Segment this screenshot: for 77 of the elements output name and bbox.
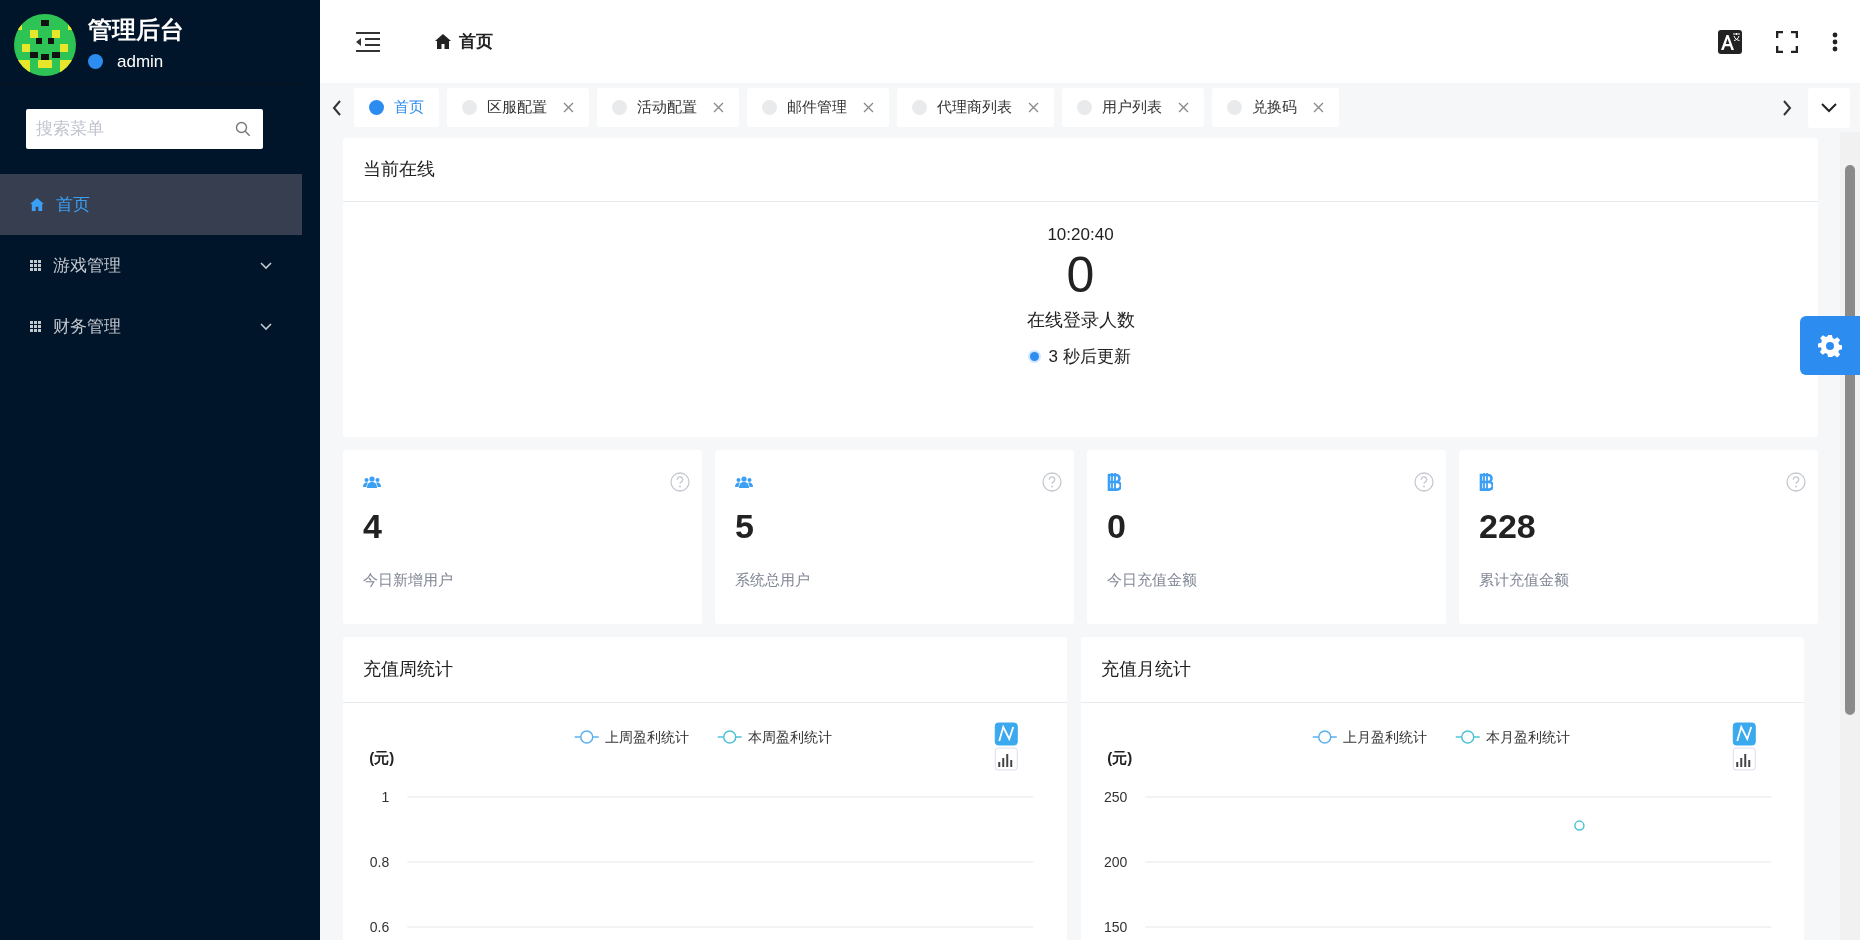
grid-icon — [30, 321, 41, 332]
chevron-down-icon — [260, 261, 272, 270]
legend-label[interactable]: 本月盈利统计 — [1485, 729, 1570, 745]
users-icon — [735, 476, 753, 488]
axis-title: (元) — [369, 749, 395, 766]
data-point — [1573, 820, 1585, 831]
tab[interactable]: 兑换码 — [1212, 88, 1339, 127]
refresh-dot-icon — [1030, 351, 1040, 361]
status-dot-icon — [88, 53, 103, 69]
tab[interactable]: 代理商列表 — [897, 88, 1054, 127]
menu-item[interactable]: 首页 — [0, 174, 302, 235]
legend-marker-icon[interactable] — [717, 730, 743, 744]
axis-label: 0.8 — [369, 854, 390, 870]
axis-label: 1 — [381, 789, 390, 805]
chevron-left-icon[interactable] — [332, 99, 342, 116]
search-field[interactable]: 搜索菜单 — [26, 109, 263, 149]
close-icon — [563, 102, 574, 113]
bar-chart-icon[interactable] — [994, 747, 1018, 771]
card-title: 充值月统计 — [1080, 637, 1804, 703]
chevron-right-icon[interactable] — [1782, 99, 1792, 116]
home-icon — [435, 34, 451, 49]
stat-value: 0 — [1107, 506, 1127, 547]
refresh-countdown: 3 秒后更新 — [1048, 345, 1131, 368]
bar-chart-icon[interactable] — [1732, 747, 1756, 771]
tab[interactable]: 区服配置 — [447, 88, 589, 127]
axis-label: 250 — [1103, 789, 1127, 805]
close-icon — [1313, 102, 1324, 113]
close-icon — [1028, 102, 1039, 113]
chevron-down-icon — [260, 322, 272, 331]
stat-label: 今日充值金额 — [1107, 569, 1198, 590]
stat-label: 累计充值金额 — [1479, 569, 1570, 590]
menu-item[interactable]: 财务管理 — [0, 296, 302, 357]
online-count-label: 在线登录人数 — [1026, 308, 1135, 332]
current-time: 10:20:40 — [1047, 224, 1114, 246]
breadcrumb-item[interactable]: 首页 — [459, 28, 493, 55]
currency-icon — [1107, 472, 1121, 492]
tabs-dropdown-button[interactable] — [1808, 87, 1850, 128]
grid-icon — [30, 260, 41, 271]
fullscreen-icon[interactable] — [1776, 30, 1798, 53]
axis-label: 200 — [1103, 854, 1127, 870]
menu-item[interactable]: 游戏管理 — [0, 235, 302, 296]
close-icon — [1178, 102, 1189, 113]
chevron-down-icon — [1821, 102, 1837, 113]
close-icon — [863, 102, 874, 113]
stat-value: 4 — [363, 506, 383, 547]
search-icon — [235, 121, 251, 137]
legend-marker-icon[interactable] — [574, 730, 600, 744]
axis-label: 150 — [1103, 919, 1127, 935]
stat-label: 今日新增用户 — [363, 569, 454, 590]
users-icon — [363, 476, 381, 488]
translate-icon[interactable] — [1718, 29, 1742, 54]
card-title: 当前在线 — [343, 138, 1818, 202]
currency-icon — [1479, 472, 1493, 492]
online-count: 0 — [1066, 247, 1095, 303]
close-icon — [713, 102, 724, 113]
collapse-menu-icon[interactable] — [355, 30, 381, 53]
axis-title: (元) — [1106, 749, 1132, 766]
user-name: admin — [117, 50, 164, 73]
legend-label[interactable]: 上周盈利统计 — [604, 729, 689, 745]
tab[interactable]: 活动配置 — [597, 88, 739, 127]
settings-icon — [1818, 333, 1842, 358]
home-icon — [30, 198, 44, 211]
settings-button[interactable] — [1800, 316, 1860, 375]
stat-value: 228 — [1479, 506, 1537, 547]
legend-marker-icon[interactable] — [1311, 730, 1337, 744]
app-title: 管理后台 — [88, 15, 184, 45]
legend-label[interactable]: 本周盈利统计 — [747, 729, 832, 745]
legend-marker-icon[interactable] — [1454, 730, 1480, 744]
tab[interactable]: 首页 — [354, 88, 439, 127]
card-title: 充值周统计 — [343, 637, 1067, 703]
axis-label: 0.6 — [369, 919, 390, 935]
stat-value: 5 — [735, 506, 755, 547]
tab[interactable]: 邮件管理 — [747, 88, 889, 127]
stat-label: 系统总用户 — [735, 569, 811, 590]
legend-label[interactable]: 上月盈利统计 — [1342, 729, 1427, 745]
more-icon[interactable] — [1832, 31, 1838, 52]
tab[interactable]: 用户列表 — [1062, 88, 1204, 127]
